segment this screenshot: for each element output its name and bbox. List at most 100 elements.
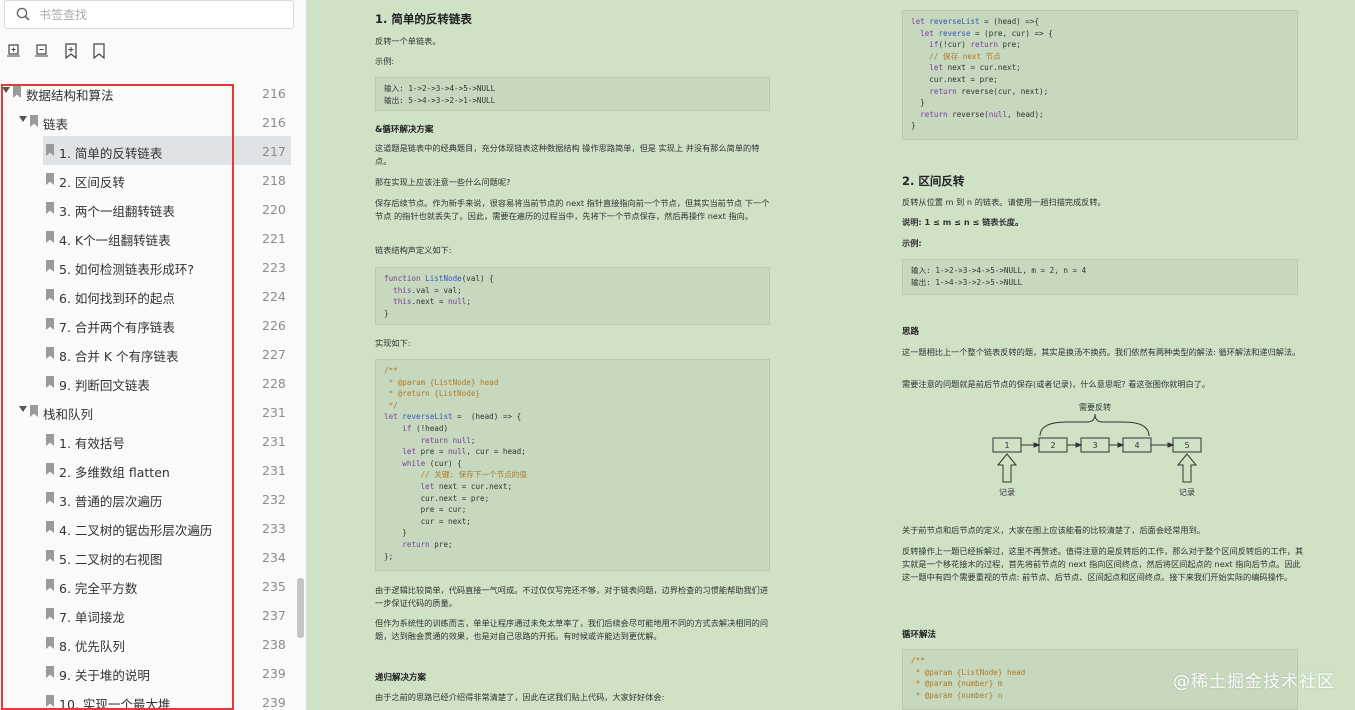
- paragraph: 但作为系统性的训练而言，单单让程序通过未免太草率了，我们后续会尽可能地用不同的方…: [375, 618, 769, 641]
- bookmark-label: 8. 优先队列: [59, 639, 125, 654]
- bookmark-label: 1. 简单的反转链表: [59, 146, 163, 161]
- paragraph: 反转从位置 m 到 n 的链表。请使用一趟扫描完成反转。: [902, 197, 1106, 207]
- bookmark-item[interactable]: 2. 区间反转 218: [0, 165, 300, 194]
- paragraph: 那在实现上应该注意一些什么问题呢?: [375, 177, 511, 187]
- bookmark-label: 9. 关于堆的说明: [59, 668, 150, 683]
- section-title-range-reverse: 2. 区间反转: [902, 174, 965, 188]
- bookmark-item[interactable]: 6. 完全平方数 235: [0, 571, 300, 600]
- bookmark-item[interactable]: 4. 二叉树的锯齿形层次遍历 233: [0, 513, 300, 542]
- bookmark-item[interactable]: 7. 单词接龙 237: [0, 600, 300, 629]
- bookmark-page-number: 231: [262, 434, 286, 449]
- example-block: 输入: 1->2->3->4->5->NULL, m = 2, n = 4 输出…: [902, 259, 1298, 295]
- paragraph: 链表结构声定义如下:: [375, 245, 452, 255]
- paragraph: 示例:: [375, 56, 395, 66]
- bookmark-folder[interactable]: 栈和队列 231: [0, 397, 300, 426]
- bookmark-item[interactable]: 3. 两个一组翻转链表 220: [0, 194, 300, 223]
- linked-list-diagram: 需要反转 1 2 3 4 5 记录 记录: [992, 402, 1202, 497]
- bookmark-label: 4. K个一组翻转链表: [59, 233, 171, 248]
- paragraph: 由于之前的思路已经介绍得非常清楚了，因此在这我们贴上代码，大家好好体会:: [375, 692, 665, 702]
- bookmark-icon: [46, 376, 54, 388]
- bookmark-item[interactable]: 3. 普通的层次遍历 232: [0, 484, 300, 513]
- bookmark-item[interactable]: 8. 优先队列 238: [0, 629, 300, 658]
- bookmark-item[interactable]: 1. 有效括号 231: [0, 426, 300, 455]
- expand-toggle-icon[interactable]: [19, 116, 27, 122]
- expand-toggle-icon[interactable]: [19, 406, 27, 412]
- bookmark-page-number: 234: [262, 550, 286, 565]
- bookmark-page-number: 237: [262, 608, 286, 623]
- bookmark-item[interactable]: 9. 关于堆的说明 239: [0, 658, 300, 687]
- bookmark-folder[interactable]: 数据结构和算法 216: [0, 78, 300, 107]
- bookmark-item[interactable]: 1. 简单的反转链表 217: [43, 136, 291, 165]
- bookmark-label: 栈和队列: [43, 407, 94, 422]
- bookmark-label: 3. 普通的层次遍历: [59, 494, 163, 509]
- bookmark-label: 6. 完全平方数: [59, 581, 138, 596]
- paragraph: 需要注意的问题就是前后节点的保存(或者记录)，什么意思呢? 看这张图你就明白了。: [902, 379, 1211, 389]
- bookmark-page-number: 233: [262, 521, 286, 536]
- expand-toggle-icon[interactable]: [2, 87, 10, 93]
- bookmark-icon: [46, 637, 54, 649]
- paragraph: 保存后续节点。作为新手来说，很容易将当前节点的 next 指针直接指向前一个节点…: [375, 198, 770, 221]
- bookmark-label: 5. 二叉树的右视图: [59, 552, 163, 567]
- bookmark-page-number: 235: [262, 579, 286, 594]
- bookmark-item[interactable]: 9. 判断回文链表 228: [0, 368, 300, 397]
- code-block-loop-solution: /** * @param {ListNode} head * @return {…: [375, 359, 770, 571]
- bookmark-label: 2. 多维数组 flatten: [59, 465, 170, 480]
- search-icon: [16, 7, 30, 21]
- bookmark-page-number: 217: [262, 144, 286, 159]
- svg-text:记录: 记录: [999, 488, 1015, 497]
- bookmark-item[interactable]: 10. 实现一个最大堆 239: [0, 687, 300, 710]
- bookmark-item[interactable]: 5. 如何检测链表形成环? 223: [0, 252, 300, 281]
- bookmark-icon: [46, 318, 54, 330]
- bookmark-item[interactable]: 7. 合并两个有序链表 226: [0, 310, 300, 339]
- bookmark-icon: [46, 347, 54, 359]
- bookmark-item[interactable]: 8. 合并 K 个有序链表 227: [0, 339, 300, 368]
- bookmark-page-number: 226: [262, 318, 286, 333]
- bookmark-page-number: 239: [262, 666, 286, 681]
- bookmark-page-number: 238: [262, 637, 286, 652]
- bookmark-label: 8. 合并 K 个有序链表: [59, 349, 179, 364]
- bookmark-label: 7. 单词接龙: [59, 610, 125, 625]
- section-title-reverse-list: 1. 简单的反转链表: [375, 12, 472, 26]
- bookmark-label: 5. 如何检测链表形成环?: [59, 262, 195, 277]
- bookmark-search-input[interactable]: [39, 5, 279, 25]
- bookmark-search-box[interactable]: [4, 0, 294, 29]
- bookmark-icon: [46, 579, 54, 591]
- add-bookmark-icon[interactable]: [62, 42, 80, 60]
- sidebar-scrollbar[interactable]: [297, 578, 304, 638]
- paragraph: 这道题是链表中的经典题目，充分体现链表这种数据结构 操作思路简单，但是 实现上 …: [375, 143, 760, 166]
- bookmark-page-number: 223: [262, 260, 286, 275]
- paragraph: 反转操作上一题已经拆解过，这里不再赘述。值得注意的是反转后的工作，那么对于整个区…: [902, 546, 1304, 582]
- bookmark-item[interactable]: 4. K个一组翻转链表 221: [0, 223, 300, 252]
- bookmark-folder[interactable]: 链表 216: [0, 107, 300, 136]
- bookmark-icon: [46, 289, 54, 301]
- bookmark-icon: [46, 608, 54, 620]
- bookmark-page-number: 231: [262, 463, 286, 478]
- bookmark-icon: [46, 463, 54, 475]
- bookmark-label: 10. 实现一个最大堆: [59, 697, 171, 710]
- subheading-loop-solution: 循环解法: [902, 630, 937, 640]
- bookmark-icon[interactable]: [90, 42, 108, 60]
- bookmark-label: 1. 有效括号: [59, 436, 125, 451]
- bookmark-label: 3. 两个一组翻转链表: [59, 204, 175, 219]
- code-block-recursion: let reverseList = (head) =>{ let reverse…: [902, 10, 1298, 140]
- bookmark-page-number: 216: [262, 115, 286, 130]
- bookmark-icon: [30, 115, 38, 127]
- bookmark-label: 链表: [43, 117, 69, 132]
- bookmark-item[interactable]: 6. 如何找到环的起点 224: [0, 281, 300, 310]
- svg-text:5: 5: [1184, 441, 1189, 450]
- bookmark-sidebar: 数据结构和算法 216 链表 216 1. 简单的反转链表 217 2. 区间反转 218 3.…: [0, 0, 307, 710]
- bookmark-icon: [46, 202, 54, 214]
- expand-all-icon[interactable]: [6, 42, 24, 60]
- bookmark-icon: [46, 521, 54, 533]
- bookmark-page-number: 224: [262, 289, 286, 304]
- paragraph: 实现如下:: [375, 338, 411, 348]
- bookmark-item[interactable]: 2. 多维数组 flatten 231: [0, 455, 300, 484]
- subheading-recursion: 递归解决方案: [375, 673, 427, 683]
- bookmark-icon: [46, 434, 54, 446]
- svg-text:1: 1: [1004, 441, 1009, 450]
- bookmark-item[interactable]: 5. 二叉树的右视图 234: [0, 542, 300, 571]
- collapse-all-icon[interactable]: [34, 42, 52, 60]
- bookmark-page-number: 218: [262, 173, 286, 188]
- bookmark-page-number: 221: [262, 231, 286, 246]
- bookmark-page-number: 220: [262, 202, 286, 217]
